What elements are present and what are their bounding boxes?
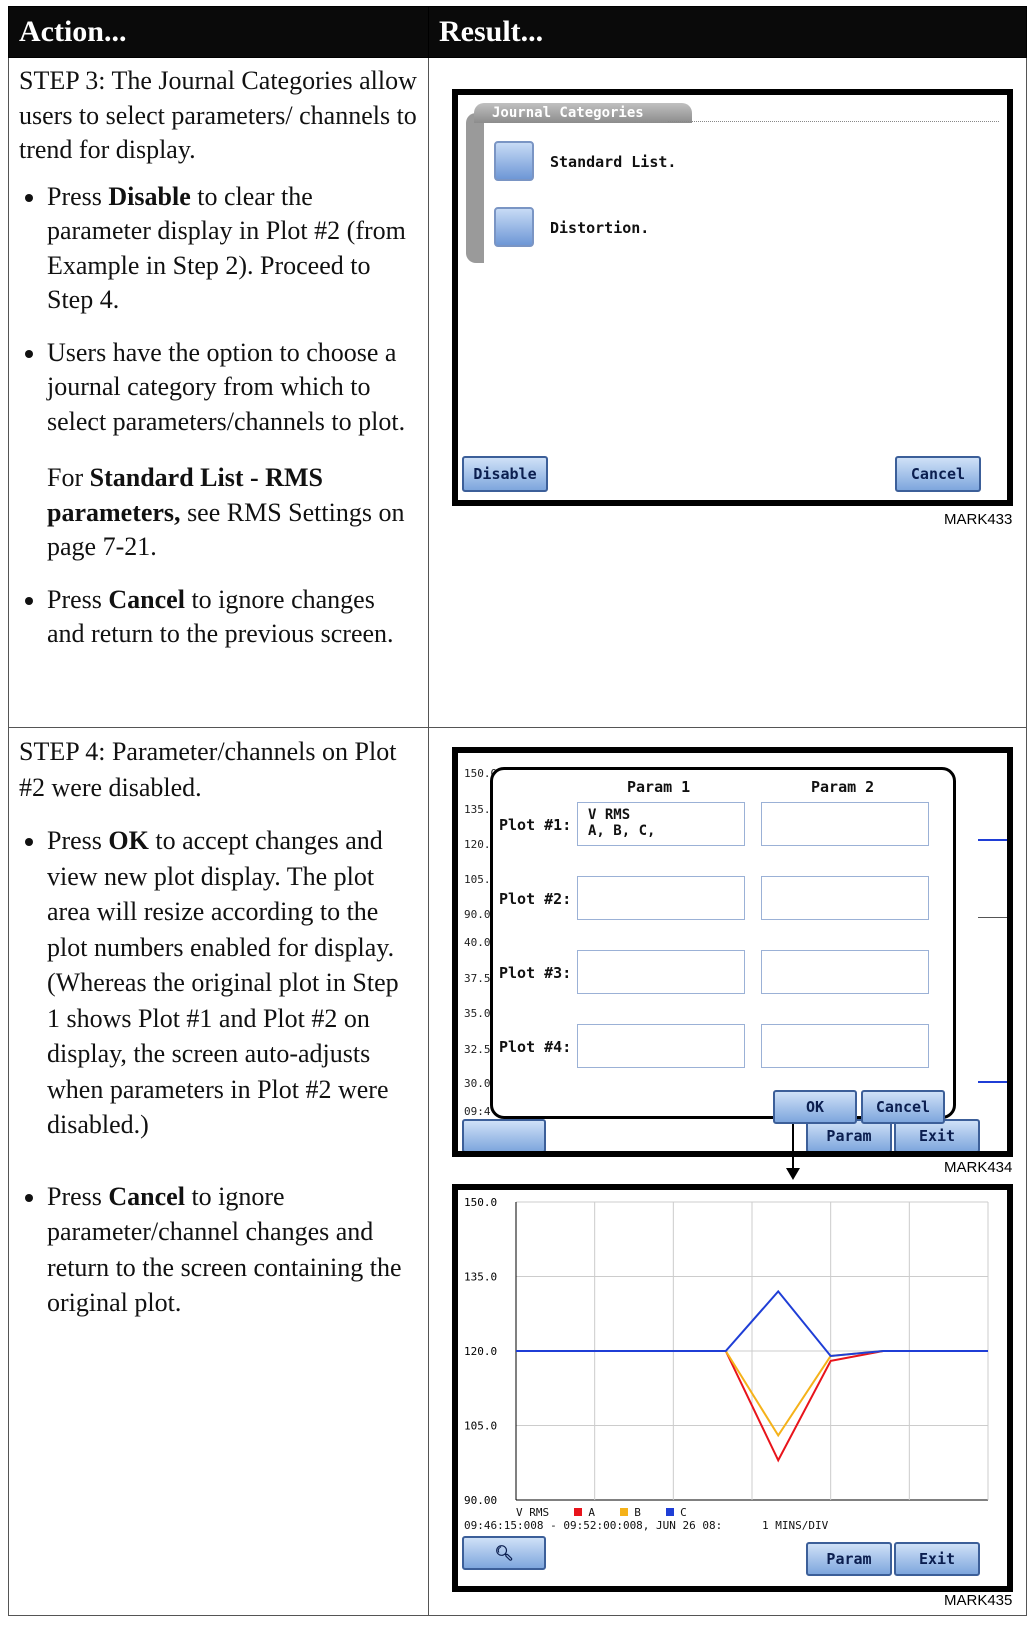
flow-arrow [792,1124,794,1172]
plot3-param1-field[interactable] [577,950,745,994]
legend: V RMS A B C [516,1506,687,1519]
instruction-table: Action... Result... STEP 3: The Journal … [8,6,1027,1616]
plot2-param2-field[interactable] [761,876,929,920]
y-tick-label: 135.0 [464,1271,497,1284]
time-range: 09:46:15:008 - 09:52:00:008, JUN 26 08: [464,1519,723,1532]
param2-header: Param 2 [811,778,875,796]
step3-bullet-option: Users have the option to choose a journa… [47,336,418,440]
mark434-label: MARK434 [944,1159,1013,1176]
zoom-button[interactable]: 🔍︎ [462,1536,546,1570]
mark435-label: MARK435 [944,1592,1013,1609]
step3-result-cell: Journal Categories Standard List. Distor… [428,57,1027,728]
category-panel-bar [466,113,484,263]
legend-b: B [634,1506,641,1519]
step4-result-cell: 150.0 135.0 120.0 105.0 90.0 40.0 37.5 3… [428,727,1027,1616]
journal-categories-title: Journal Categories [474,103,692,123]
time-scale: 1 MINS/DIV [762,1519,829,1532]
y-tick-label: 150.0 [464,1196,497,1209]
y-tick-label: 90.00 [464,1494,497,1507]
distortion-button[interactable] [494,207,534,247]
single-plot-screen: 150.0 135.0 120.0 105.0 90.00 V RMS A B C 09… [452,1184,1013,1592]
plot-param-dialog: Param 1 Param 2 Plot #1: V RMS A, B, C, P… [490,767,956,1124]
legend-a: A [588,1506,595,1519]
plot3-label: Plot #3: [499,964,572,982]
exit-button[interactable]: Exit [894,1542,980,1576]
mark433-label: MARK433 [944,511,1013,528]
plot1-label: Plot #1: [499,816,572,834]
legend-c: C [680,1506,687,1519]
bg-label: 35.0 [464,1007,491,1020]
step3-intro: STEP 3: The Journal Categories allow use… [19,66,417,164]
plot-param-screen: 150.0 135.0 120.0 105.0 90.0 40.0 37.5 3… [452,747,1013,1157]
plot4-param1-field[interactable] [577,1024,745,1068]
action-header: Action... [8,6,429,58]
plot1-param1-field[interactable]: V RMS A, B, C, [577,802,745,846]
under-zoom-button[interactable] [462,1119,546,1151]
dialog-cancel-button[interactable]: Cancel [861,1090,945,1124]
step4-intro: STEP 4: Parameter/channels on Plot #2 we… [19,737,397,802]
step4-bullet-cancel: Press Cancel to ignore parameter/channel… [47,1179,418,1321]
standard-list-label: Standard List. [550,153,677,171]
ok-button[interactable]: OK [773,1090,857,1124]
step3-bullet-cancel: Press Cancel to ignore changes and retur… [47,583,418,652]
result-header: Result... [428,6,1027,58]
plot4-label: Plot #4: [499,1038,572,1056]
journal-categories-screen: Journal Categories Standard List. Distor… [452,89,1013,506]
legend-b-swatch [619,1508,628,1516]
plot2-param1-field[interactable] [577,876,745,920]
disable-button[interactable]: Disable [462,456,548,492]
standard-list-button[interactable] [494,141,534,181]
step3-action-cell: STEP 3: The Journal Categories allow use… [8,57,429,728]
param1-header: Param 1 [627,778,691,796]
bg-label: 30.0 [464,1077,491,1090]
plot2-label: Plot #2: [499,890,572,908]
bg-trace [978,917,1007,918]
bg-label: 40.0 [464,936,491,949]
cancel-button[interactable]: Cancel [895,456,981,492]
bg-label: 32.5 [464,1043,491,1056]
flow-arrow-head [786,1168,800,1180]
legend-vrms: V RMS [516,1506,550,1519]
magnifier-icon: 🔍︎ [494,1544,514,1562]
step4-action-cell: STEP 4: Parameter/channels on Plot #2 we… [8,727,429,1616]
bg-label: 90.0 [464,908,491,921]
y-tick-label: 105.0 [464,1420,497,1433]
bg-label: 37.5 [464,972,491,985]
step3-standard-list-note: For Standard List - RMS parameters, see … [47,463,405,561]
step3-bullet-disable: Press Disable to clear the parameter dis… [47,180,418,318]
y-tick-label: 120.0 [464,1345,497,1358]
legend-a-swatch [573,1508,582,1516]
bg-label: 09:4 [464,1105,491,1118]
param-button[interactable]: Param [806,1542,892,1576]
title-rule [668,121,999,122]
legend-c-swatch [665,1508,674,1516]
bg-trace [978,839,1007,841]
plot1-param2-field[interactable] [761,802,929,846]
step4-bullet-ok: Press OK to accept changes and view new … [47,823,418,1143]
bg-trace [978,1081,1007,1083]
plot3-param2-field[interactable] [761,950,929,994]
plot4-param2-field[interactable] [761,1024,929,1068]
distortion-label: Distortion. [550,219,650,237]
